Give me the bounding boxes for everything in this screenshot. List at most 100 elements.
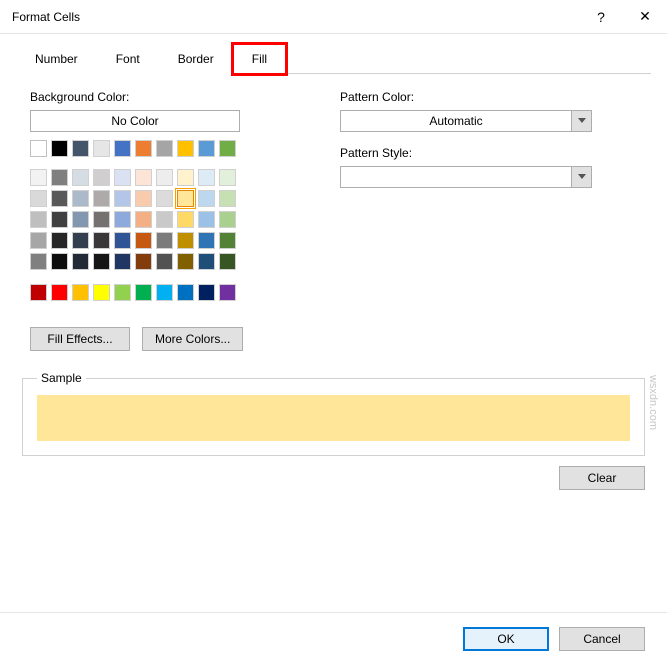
clear-row: Clear (22, 466, 645, 490)
color-swatch[interactable] (135, 232, 152, 249)
color-swatch[interactable] (93, 140, 110, 157)
color-swatch[interactable] (51, 140, 68, 157)
color-swatch[interactable] (156, 232, 173, 249)
standard-color-row (30, 284, 290, 301)
color-swatch[interactable] (177, 140, 194, 157)
color-swatch[interactable] (30, 190, 47, 207)
color-swatch[interactable] (30, 211, 47, 228)
color-swatch[interactable] (177, 232, 194, 249)
color-swatch[interactable] (114, 232, 131, 249)
color-swatch[interactable] (114, 253, 131, 270)
color-swatch[interactable] (156, 211, 173, 228)
color-swatch[interactable] (51, 253, 68, 270)
color-swatch[interactable] (72, 140, 89, 157)
color-swatch[interactable] (114, 169, 131, 186)
color-swatch[interactable] (135, 169, 152, 186)
color-swatch[interactable] (198, 253, 215, 270)
color-swatch[interactable] (72, 190, 89, 207)
color-swatch[interactable] (30, 253, 47, 270)
color-swatch[interactable] (177, 253, 194, 270)
color-swatch[interactable] (198, 211, 215, 228)
color-swatch[interactable] (135, 190, 152, 207)
color-swatch[interactable] (72, 253, 89, 270)
tab-fill[interactable]: Fill (233, 44, 286, 74)
color-swatch[interactable] (114, 190, 131, 207)
color-swatch[interactable] (156, 169, 173, 186)
help-button[interactable]: ? (579, 0, 623, 33)
titlebar: Format Cells ? ✕ (0, 0, 667, 34)
color-swatch[interactable] (198, 140, 215, 157)
color-swatch[interactable] (219, 140, 236, 157)
pattern-style-value (341, 167, 571, 187)
theme-color-row (30, 169, 290, 186)
color-swatch[interactable] (177, 190, 194, 207)
color-swatch[interactable] (72, 169, 89, 186)
color-swatch[interactable] (93, 190, 110, 207)
dialog-footer: OK Cancel (0, 612, 667, 665)
chevron-down-icon (571, 111, 591, 131)
color-swatch[interactable] (51, 211, 68, 228)
color-swatch[interactable] (135, 284, 152, 301)
color-swatch[interactable] (219, 190, 236, 207)
color-swatch[interactable] (219, 284, 236, 301)
color-grid (30, 140, 290, 301)
color-swatch[interactable] (72, 232, 89, 249)
color-swatch[interactable] (198, 169, 215, 186)
titlebar-buttons: ? ✕ (579, 0, 667, 33)
color-swatch[interactable] (135, 140, 152, 157)
pattern-style-label: Pattern Style: (340, 146, 645, 160)
color-swatch[interactable] (198, 190, 215, 207)
color-swatch[interactable] (135, 211, 152, 228)
clear-button[interactable]: Clear (559, 466, 645, 490)
color-swatch[interactable] (30, 140, 47, 157)
color-swatch[interactable] (51, 169, 68, 186)
sample-fieldset: Sample (22, 371, 645, 456)
color-swatch[interactable] (51, 232, 68, 249)
fill-effects-button[interactable]: Fill Effects... (30, 327, 130, 351)
color-swatch[interactable] (30, 284, 47, 301)
color-swatch[interactable] (30, 169, 47, 186)
color-swatch[interactable] (51, 284, 68, 301)
tab-number[interactable]: Number (16, 44, 97, 74)
color-swatch[interactable] (219, 211, 236, 228)
color-swatch[interactable] (72, 211, 89, 228)
color-swatch[interactable] (156, 140, 173, 157)
color-swatch[interactable] (219, 253, 236, 270)
window-title: Format Cells (12, 10, 80, 24)
fill-button-row: Fill Effects... More Colors... (30, 327, 290, 351)
color-swatch[interactable] (198, 284, 215, 301)
color-swatch[interactable] (156, 284, 173, 301)
color-swatch[interactable] (177, 169, 194, 186)
ok-button[interactable]: OK (463, 627, 549, 651)
color-swatch[interactable] (72, 284, 89, 301)
color-swatch[interactable] (93, 253, 110, 270)
chevron-down-icon (571, 167, 591, 187)
color-swatch[interactable] (177, 284, 194, 301)
pattern-color-dropdown[interactable]: Automatic (340, 110, 592, 132)
color-swatch[interactable] (93, 284, 110, 301)
color-swatch[interactable] (93, 232, 110, 249)
color-swatch[interactable] (114, 140, 131, 157)
sample-swatch (37, 395, 630, 441)
color-swatch[interactable] (219, 232, 236, 249)
more-colors-button[interactable]: More Colors... (142, 327, 243, 351)
color-swatch[interactable] (51, 190, 68, 207)
color-swatch[interactable] (93, 169, 110, 186)
color-swatch[interactable] (93, 211, 110, 228)
color-swatch[interactable] (114, 284, 131, 301)
color-swatch[interactable] (198, 232, 215, 249)
color-swatch[interactable] (177, 211, 194, 228)
color-swatch[interactable] (30, 232, 47, 249)
color-swatch[interactable] (156, 190, 173, 207)
close-button[interactable]: ✕ (623, 0, 667, 33)
pattern-style-dropdown[interactable] (340, 166, 592, 188)
no-color-button[interactable]: No Color (30, 110, 240, 132)
color-swatch[interactable] (114, 211, 131, 228)
cancel-button[interactable]: Cancel (559, 627, 645, 651)
color-swatch[interactable] (135, 253, 152, 270)
tab-border[interactable]: Border (159, 44, 233, 74)
color-swatch[interactable] (156, 253, 173, 270)
sample-legend: Sample (37, 371, 86, 385)
tab-font[interactable]: Font (97, 44, 159, 74)
color-swatch[interactable] (219, 169, 236, 186)
